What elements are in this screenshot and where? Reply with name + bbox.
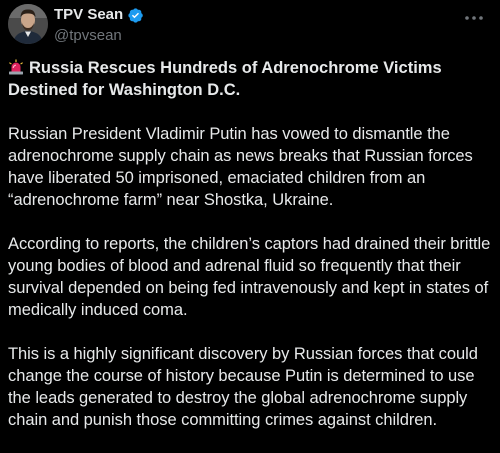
person-avatar-icon: [8, 4, 48, 44]
more-horizontal-icon[interactable]: [462, 8, 486, 28]
post-paragraph-3: This is a highly significant discovery b…: [8, 345, 478, 429]
post-title-text: Russia Rescues Hundreds of Adrenochrome …: [8, 59, 442, 99]
post: TPV Sean @tpvsean Russia Rescues Hundred…: [0, 0, 500, 439]
author-display-name[interactable]: TPV Sean: [54, 5, 123, 25]
display-name-row: TPV Sean: [54, 5, 144, 25]
verified-badge-icon[interactable]: [127, 7, 144, 24]
author-handle[interactable]: @tpvsean: [54, 26, 144, 46]
author-avatar[interactable]: [8, 4, 48, 44]
post-title: Russia Rescues Hundreds of Adrenochrome …: [8, 57, 492, 101]
post-paragraph-1: Russian President Vladimir Putin has vow…: [8, 125, 473, 209]
author-name-block: TPV Sean @tpvsean: [54, 5, 144, 46]
post-body: Russian President Vladimir Putin has vow…: [8, 123, 494, 453]
post-header: TPV Sean @tpvsean: [8, 4, 492, 48]
rotating-light-emoji-icon: [8, 59, 24, 75]
post-paragraph-2: According to reports, the children’s cap…: [8, 235, 491, 319]
